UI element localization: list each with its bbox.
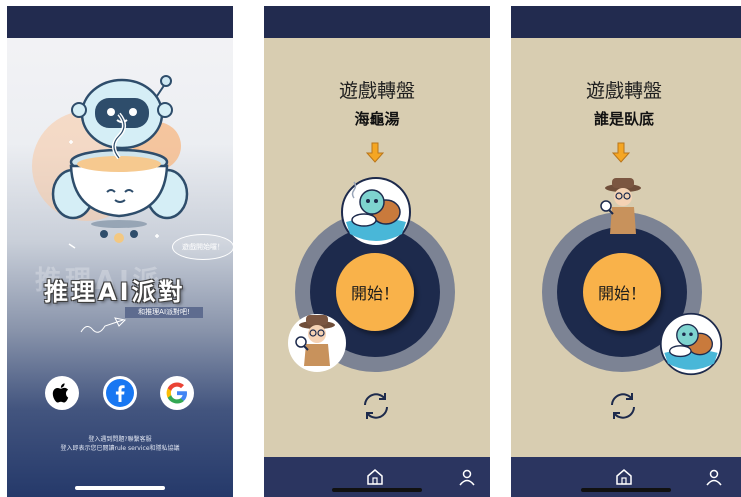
speech-bubble-text: 遊戲開始囉！	[182, 243, 224, 251]
refresh-icon[interactable]	[359, 389, 393, 423]
profile-icon[interactable]	[705, 468, 723, 486]
turtle-soup-avatar[interactable]	[340, 176, 412, 248]
turtle-soup-avatar[interactable]	[659, 312, 723, 376]
profile-icon[interactable]	[458, 468, 476, 486]
detective-avatar[interactable]	[595, 176, 647, 240]
arrow-down-icon	[365, 142, 385, 163]
apple-icon	[52, 383, 69, 403]
status-bar	[511, 6, 741, 38]
home-icon[interactable]	[615, 468, 633, 486]
logo-title: 推理AI派對	[44, 278, 186, 306]
robot-soup-mascot	[32, 75, 189, 249]
page-title: 遊戲轉盤	[338, 80, 415, 102]
status-bar	[264, 6, 490, 38]
start-button[interactable]: 開始！	[583, 253, 661, 331]
home-icon[interactable]	[366, 468, 384, 486]
facebook-login-button[interactable]	[103, 376, 137, 410]
home-indicator	[75, 486, 165, 490]
selected-game-name: 海龜湯	[354, 110, 400, 128]
wheel-screen-turtle-soup: 遊戲轉盤 海龜湯 開始！	[264, 6, 490, 497]
status-bar	[7, 6, 233, 38]
paper-plane-doodle-icon	[80, 317, 127, 333]
page-title: 遊戲轉盤	[585, 80, 662, 102]
refresh-icon[interactable]	[606, 389, 640, 423]
google-login-button[interactable]	[160, 376, 194, 410]
facebook-icon	[106, 379, 134, 407]
support-link[interactable]: 登入遇到問題?聯繫客服	[7, 434, 233, 443]
home-indicator	[332, 488, 422, 492]
login-screen: 遊戲開始囉！ 推理AI派 推理AI派對 和推理AI派對吧! 登入遇到問題?聯繫客…	[7, 6, 233, 497]
home-indicator	[581, 488, 671, 492]
terms-notice[interactable]: 登入即表示您已閱讀rule service和隱私協議	[7, 443, 233, 452]
logo-subtitle: 和推理AI派對吧!	[125, 307, 203, 318]
selected-game-name: 誰是臥底	[593, 110, 654, 128]
speech-bubble: 遊戲開始囉！	[172, 234, 233, 260]
detective-avatar[interactable]	[286, 312, 348, 374]
arrow-down-icon	[611, 142, 631, 163]
apple-login-button[interactable]	[45, 376, 79, 410]
google-icon	[166, 382, 187, 404]
wheel-screen-undercover: 遊戲轉盤 誰是臥底 開始！	[511, 6, 741, 497]
